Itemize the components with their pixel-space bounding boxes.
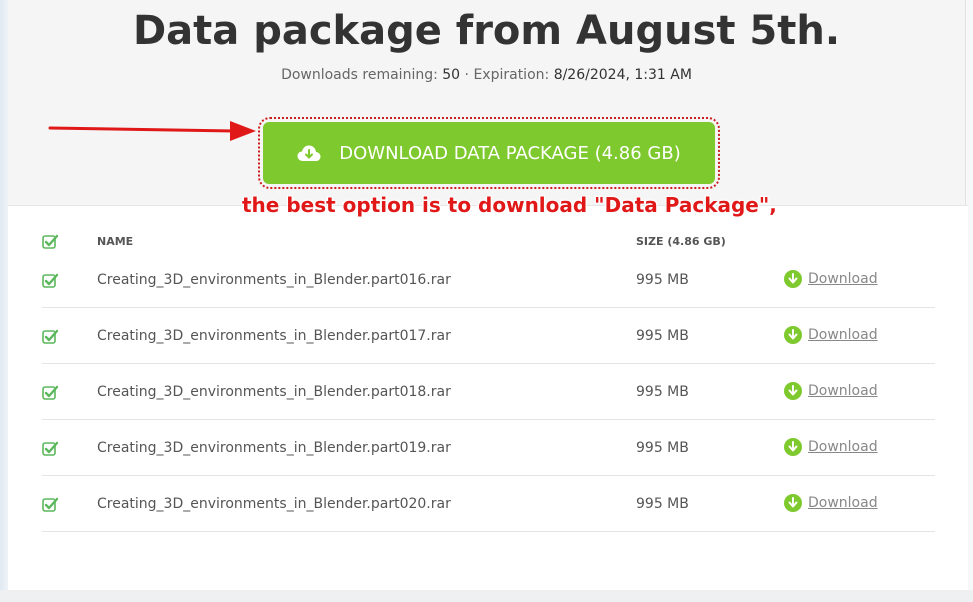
download-package-label: DOWNLOAD DATA PACKAGE (4.86 GB) xyxy=(339,142,681,164)
select-all-checkbox[interactable] xyxy=(42,234,59,250)
file-name: Creating_3D_environments_in_Blender.part… xyxy=(97,440,451,456)
file-size: 995 MB xyxy=(636,496,689,512)
download-link[interactable]: Download xyxy=(808,327,878,343)
download-circle-icon xyxy=(784,326,802,344)
annotation-text: the best option is to download "Data Pac… xyxy=(242,193,777,217)
table-row: Creating_3D_environments_in_Blender.part… xyxy=(42,476,935,532)
page-title: Data package from August 5th. xyxy=(132,8,841,54)
check-icon xyxy=(42,329,59,344)
red-arrow-annotation xyxy=(48,121,256,141)
left-background-strip xyxy=(0,0,8,602)
column-size-header: SIZE (4.86 GB) xyxy=(636,235,726,248)
row-checkbox[interactable] xyxy=(42,385,59,401)
table-row: Creating_3D_environments_in_Blender.part… xyxy=(42,252,935,308)
file-size: 995 MB xyxy=(636,440,689,456)
file-name: Creating_3D_environments_in_Blender.part… xyxy=(97,328,451,344)
file-name: Creating_3D_environments_in_Blender.part… xyxy=(97,384,451,400)
cloud-download-icon xyxy=(297,144,321,162)
download-circle-icon xyxy=(784,438,802,456)
download-link[interactable]: Download xyxy=(808,495,878,511)
download-link[interactable]: Download xyxy=(808,439,878,455)
file-size: 995 MB xyxy=(636,272,689,288)
download-circle-icon xyxy=(784,270,802,288)
check-icon xyxy=(42,273,59,288)
row-download: Download xyxy=(784,326,878,344)
downloads-remaining-value: 50 xyxy=(442,67,461,83)
file-list-panel: NAME SIZE (4.86 GB) Creating_3D_environm… xyxy=(8,205,968,590)
check-icon xyxy=(42,441,59,456)
table-row: Creating_3D_environments_in_Blender.part… xyxy=(42,308,935,364)
row-download: Download xyxy=(784,382,878,400)
table-header: NAME SIZE (4.86 GB) xyxy=(42,228,935,252)
expiration-label: Expiration: xyxy=(473,67,550,83)
row-download: Download xyxy=(784,494,878,512)
download-link[interactable]: Download xyxy=(808,271,878,287)
download-circle-icon xyxy=(784,494,802,512)
package-meta: Downloads remaining: 50 · Expiration: 8/… xyxy=(0,67,973,83)
file-size: 995 MB xyxy=(636,328,689,344)
row-checkbox[interactable] xyxy=(42,497,59,513)
expiration-value: 8/26/2024, 1:31 AM xyxy=(553,67,692,83)
column-name-header: NAME xyxy=(97,235,134,248)
download-package-button[interactable]: DOWNLOAD DATA PACKAGE (4.86 GB) xyxy=(263,122,715,184)
row-checkbox[interactable] xyxy=(42,273,59,289)
bottom-band xyxy=(0,590,973,602)
meta-separator: · xyxy=(464,67,469,83)
download-package-highlight: DOWNLOAD DATA PACKAGE (4.86 GB) xyxy=(258,117,720,189)
table-row: Creating_3D_environments_in_Blender.part… xyxy=(42,420,935,476)
row-checkbox[interactable] xyxy=(42,329,59,345)
file-name: Creating_3D_environments_in_Blender.part… xyxy=(97,496,451,512)
check-icon xyxy=(42,385,59,400)
download-circle-icon xyxy=(784,382,802,400)
file-name: Creating_3D_environments_in_Blender.part… xyxy=(97,272,451,288)
table-row: Creating_3D_environments_in_Blender.part… xyxy=(42,364,935,420)
row-checkbox[interactable] xyxy=(42,441,59,457)
download-link[interactable]: Download xyxy=(808,383,878,399)
row-download: Download xyxy=(784,270,878,288)
check-icon xyxy=(42,497,59,512)
downloads-remaining-label: Downloads remaining: xyxy=(281,67,438,83)
row-download: Download xyxy=(784,438,878,456)
check-icon xyxy=(42,234,59,249)
file-size: 995 MB xyxy=(636,384,689,400)
